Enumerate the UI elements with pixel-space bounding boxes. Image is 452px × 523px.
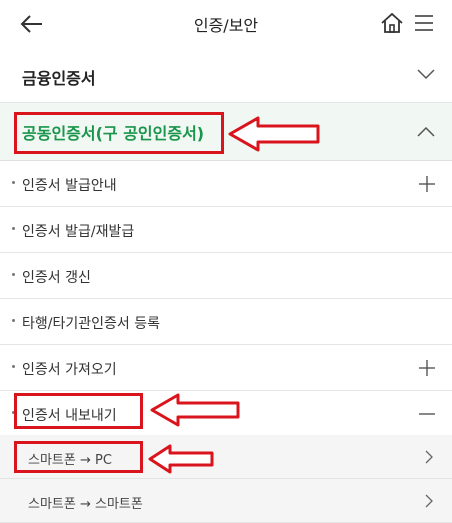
bullet-icon (12, 181, 15, 184)
annotation-arrow-icon (150, 393, 240, 427)
list-item-label: 인증서 발급/재발급 (22, 224, 135, 240)
list-item-label: 타행/타기관인증서 등록 (22, 316, 160, 332)
plus-icon (419, 176, 435, 192)
chevron-right-icon (425, 450, 433, 464)
list-item-cert-import[interactable]: 인증서 가져오기 (0, 345, 452, 391)
bullet-icon (12, 319, 15, 322)
list-item-label: 인증서 가져오기 (22, 362, 117, 378)
list-item-label: 인증서 발급안내 (22, 178, 117, 194)
app-header: 인증/보안 (0, 0, 452, 48)
list-item-cert-issue-guide[interactable]: 인증서 발급안내 (0, 161, 452, 207)
bullet-icon (12, 273, 15, 276)
annotation-box-phone-to-pc (14, 441, 143, 473)
hamburger-menu-icon[interactable] (413, 12, 435, 34)
list-item-cert-renew[interactable]: 인증서 갱신 (0, 253, 452, 299)
annotation-arrow-icon (148, 444, 214, 474)
plus-icon (419, 360, 435, 376)
chevron-down-icon (417, 69, 435, 80)
section-financial-certificate[interactable]: 금융인증서 (0, 48, 452, 103)
section-label: 금융인증서 (22, 69, 96, 88)
list-item-other-bank-cert-register[interactable]: 타행/타기관인증서 등록 (0, 299, 452, 345)
minus-icon (419, 413, 435, 415)
home-icon[interactable] (380, 11, 404, 35)
chevron-up-icon (417, 126, 435, 137)
sub-item-phone-to-phone[interactable]: 스마트폰 → 스마트폰 (0, 479, 452, 523)
annotation-arrow-icon (228, 116, 320, 152)
bullet-icon (12, 227, 15, 230)
annotation-box-joint-cert (14, 112, 224, 154)
chevron-right-icon (425, 494, 433, 508)
bullet-icon (12, 365, 15, 368)
sub-item-label: 스마트폰 → 스마트폰 (28, 497, 143, 512)
list-item-label: 인증서 갱신 (22, 270, 91, 286)
annotation-box-export (14, 393, 143, 429)
list-item-cert-issue-reissue[interactable]: 인증서 발급/재발급 (0, 207, 452, 253)
